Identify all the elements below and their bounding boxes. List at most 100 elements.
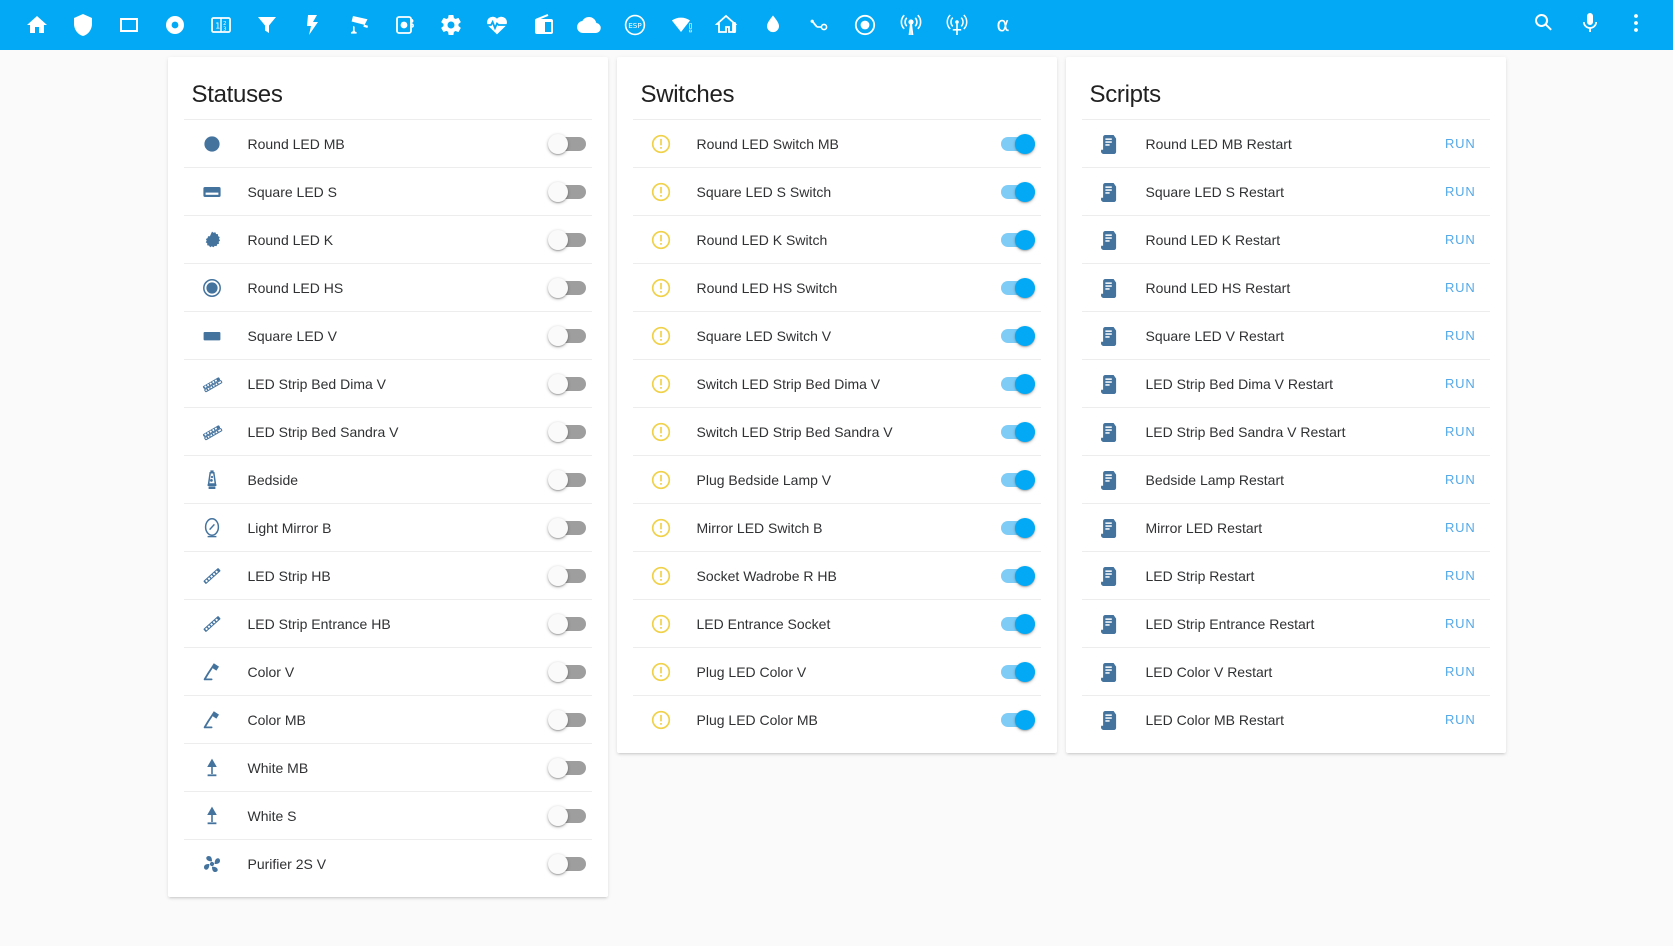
tab-cctv[interactable] xyxy=(336,2,382,48)
script-icon[interactable] xyxy=(1090,372,1130,396)
script-icon[interactable] xyxy=(1090,228,1130,252)
entity-row[interactable]: LED Strip HB xyxy=(183,551,592,599)
tab-heart-pulse[interactable] xyxy=(474,2,520,48)
entity-toggle[interactable] xyxy=(547,133,586,154)
entity-row[interactable]: LED Strip Restart RUN xyxy=(1081,551,1490,599)
alert-power-icon[interactable] xyxy=(641,612,681,636)
entity-row[interactable]: White S xyxy=(183,791,592,839)
entity-row[interactable]: Switch LED Strip Bed Sandra V xyxy=(632,407,1041,455)
run-button[interactable]: RUN xyxy=(1437,370,1484,397)
entity-row[interactable]: Round LED K xyxy=(183,215,592,263)
script-icon[interactable] xyxy=(1090,132,1130,156)
entity-toggle[interactable] xyxy=(547,805,586,826)
entity-row[interactable]: Square LED S xyxy=(183,167,592,215)
run-button[interactable]: RUN xyxy=(1437,658,1484,685)
entity-toggle[interactable] xyxy=(547,181,586,202)
entity-row[interactable]: Round LED K Restart RUN xyxy=(1081,215,1490,263)
gear-circle-icon[interactable] xyxy=(192,228,232,252)
entity-row[interactable]: Mirror LED Switch B xyxy=(632,503,1041,551)
entity-row[interactable]: Round LED Switch MB xyxy=(632,119,1041,167)
entity-row[interactable]: Purifier 2S V xyxy=(183,839,592,887)
tab-toggle-switch[interactable] xyxy=(796,2,842,48)
alert-power-icon[interactable] xyxy=(641,180,681,204)
rectangle-icon[interactable] xyxy=(192,324,232,348)
led-strip-variant-icon[interactable] xyxy=(192,612,232,636)
entity-toggle[interactable] xyxy=(999,229,1035,250)
entity-row[interactable]: LED Entrance Socket xyxy=(632,599,1041,647)
table-lamp-icon[interactable] xyxy=(192,756,232,780)
tab-strip[interactable]: 1 2 3 ESP α xyxy=(14,2,1529,48)
tab-antenna[interactable] xyxy=(934,2,980,48)
entity-toggle[interactable] xyxy=(999,373,1035,394)
led-strip-icon[interactable] xyxy=(192,420,232,444)
entity-toggle[interactable] xyxy=(999,325,1035,346)
run-button[interactable]: RUN xyxy=(1437,418,1484,445)
run-button[interactable]: RUN xyxy=(1437,322,1484,349)
alert-power-icon[interactable] xyxy=(641,228,681,252)
run-button[interactable]: RUN xyxy=(1437,274,1484,301)
entity-toggle[interactable] xyxy=(999,517,1035,538)
tab-home[interactable] xyxy=(14,2,60,48)
entity-toggle[interactable] xyxy=(547,325,586,346)
entity-row[interactable]: Round LED MB xyxy=(183,119,592,167)
script-icon[interactable] xyxy=(1090,324,1130,348)
alert-power-icon[interactable] xyxy=(641,660,681,684)
search-button[interactable] xyxy=(1529,10,1559,40)
alert-power-icon[interactable] xyxy=(641,420,681,444)
entity-row[interactable]: Round LED MB Restart RUN xyxy=(1081,119,1490,167)
tab-water[interactable] xyxy=(750,2,796,48)
tab-square-outline[interactable] xyxy=(106,2,152,48)
entity-toggle[interactable] xyxy=(999,661,1035,682)
tab-radio[interactable] xyxy=(520,2,566,48)
run-button[interactable]: RUN xyxy=(1437,610,1484,637)
entity-row[interactable]: Plug LED Color MB xyxy=(632,695,1041,743)
entity-row[interactable]: Square LED V Restart RUN xyxy=(1081,311,1490,359)
entity-toggle[interactable] xyxy=(999,709,1035,730)
entity-row[interactable]: Plug LED Color V xyxy=(632,647,1041,695)
entity-row[interactable]: Light Mirror B xyxy=(183,503,592,551)
led-strip-icon[interactable] xyxy=(192,372,232,396)
entity-row[interactable]: Bedside Lamp Restart RUN xyxy=(1081,455,1490,503)
entity-toggle[interactable] xyxy=(547,421,586,442)
script-icon[interactable] xyxy=(1090,276,1130,300)
entity-toggle[interactable] xyxy=(547,373,586,394)
overflow-menu-button[interactable] xyxy=(1621,10,1651,40)
run-button[interactable]: RUN xyxy=(1437,178,1484,205)
entity-row[interactable]: Color MB xyxy=(183,695,592,743)
entity-toggle[interactable] xyxy=(999,421,1035,442)
entity-row[interactable]: Round LED HS Switch xyxy=(632,263,1041,311)
run-button[interactable]: RUN xyxy=(1437,466,1484,493)
run-button[interactable]: RUN xyxy=(1437,706,1484,733)
entity-toggle[interactable] xyxy=(547,661,586,682)
mirror-icon[interactable] xyxy=(192,516,232,540)
entity-toggle[interactable] xyxy=(547,469,586,490)
tab-esp[interactable]: ESP xyxy=(612,2,658,48)
table-lamp-icon[interactable] xyxy=(192,804,232,828)
fan-icon[interactable] xyxy=(192,852,232,876)
entity-row[interactable]: LED Strip Bed Sandra V xyxy=(183,407,592,455)
alert-power-icon[interactable] xyxy=(641,132,681,156)
entity-row[interactable]: Square LED S Restart RUN xyxy=(1081,167,1490,215)
entity-toggle[interactable] xyxy=(547,709,586,730)
entity-row[interactable]: Bedside xyxy=(183,455,592,503)
script-icon[interactable] xyxy=(1090,708,1130,732)
led-strip-variant-icon[interactable] xyxy=(192,564,232,588)
entity-row[interactable]: Square LED S Switch xyxy=(632,167,1041,215)
entity-row[interactable]: LED Strip Entrance Restart RUN xyxy=(1081,599,1490,647)
entity-row[interactable]: Color V xyxy=(183,647,592,695)
voice-assistant-button[interactable] xyxy=(1575,10,1605,40)
tab-home-thermometer[interactable] xyxy=(704,2,750,48)
entity-toggle[interactable] xyxy=(999,565,1035,586)
script-icon[interactable] xyxy=(1090,420,1130,444)
entity-toggle[interactable] xyxy=(999,133,1035,154)
entity-row[interactable]: Mirror LED Restart RUN xyxy=(1081,503,1490,551)
run-button[interactable]: RUN xyxy=(1437,130,1484,157)
alert-power-icon[interactable] xyxy=(641,276,681,300)
tab-shield[interactable] xyxy=(60,2,106,48)
entity-row[interactable]: Square LED V xyxy=(183,311,592,359)
entity-row[interactable]: LED Strip Entrance HB xyxy=(183,599,592,647)
entity-toggle[interactable] xyxy=(999,277,1035,298)
entity-row[interactable]: LED Strip Bed Dima V Restart RUN xyxy=(1081,359,1490,407)
script-icon[interactable] xyxy=(1090,564,1130,588)
alert-power-icon[interactable] xyxy=(641,372,681,396)
